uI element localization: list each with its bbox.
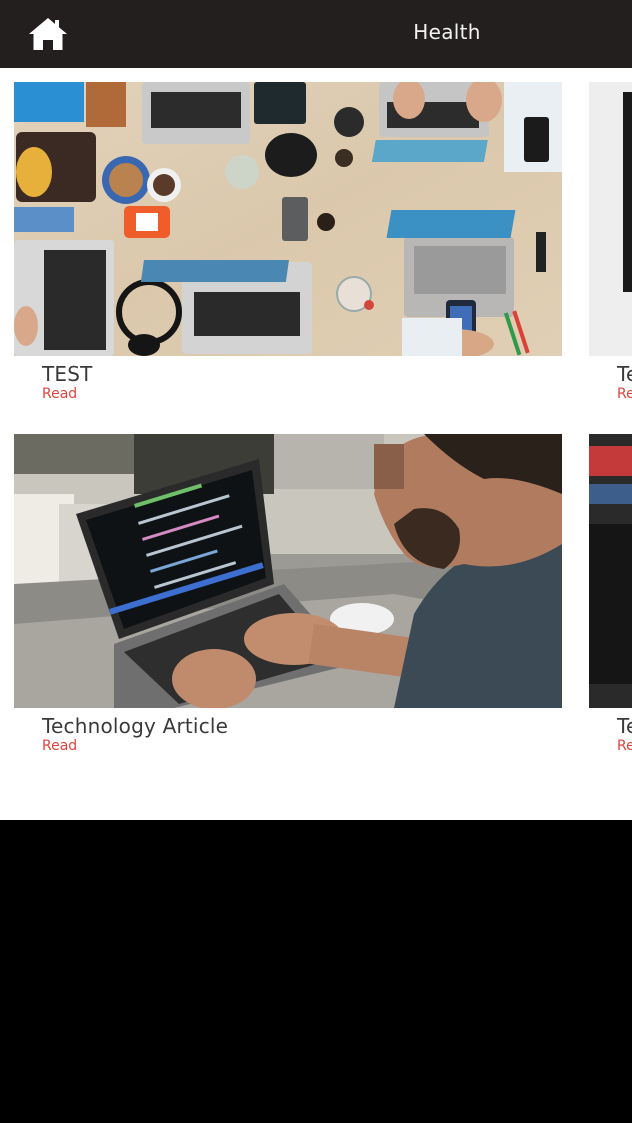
article-card-technology[interactable]: Technology Article Read (14, 434, 562, 754)
article-card-peek[interactable]: Te Re (589, 82, 632, 402)
article-image-peek (589, 434, 632, 708)
article-card-test[interactable]: TEST Read (14, 82, 562, 402)
top-bar: Health (0, 0, 632, 68)
empty-area (0, 820, 632, 1123)
article-card-peek[interactable]: Te Re (589, 434, 632, 754)
read-link[interactable]: Re (617, 738, 632, 754)
article-title: Te (617, 362, 632, 386)
page-title: Health (413, 20, 481, 44)
read-link[interactable]: Read (42, 738, 562, 754)
article-list[interactable]: TEST Read Technology Article Read T Re T… (0, 68, 632, 820)
article-title: Te (617, 714, 632, 738)
article-image-peek (589, 82, 632, 356)
article-image-developer (14, 434, 562, 708)
read-link[interactable]: Re (617, 386, 632, 402)
read-link[interactable]: Read (42, 386, 562, 402)
article-image-workspace (14, 82, 562, 356)
article-title: Technology Article (42, 714, 229, 738)
article-title: TEST (42, 362, 93, 386)
